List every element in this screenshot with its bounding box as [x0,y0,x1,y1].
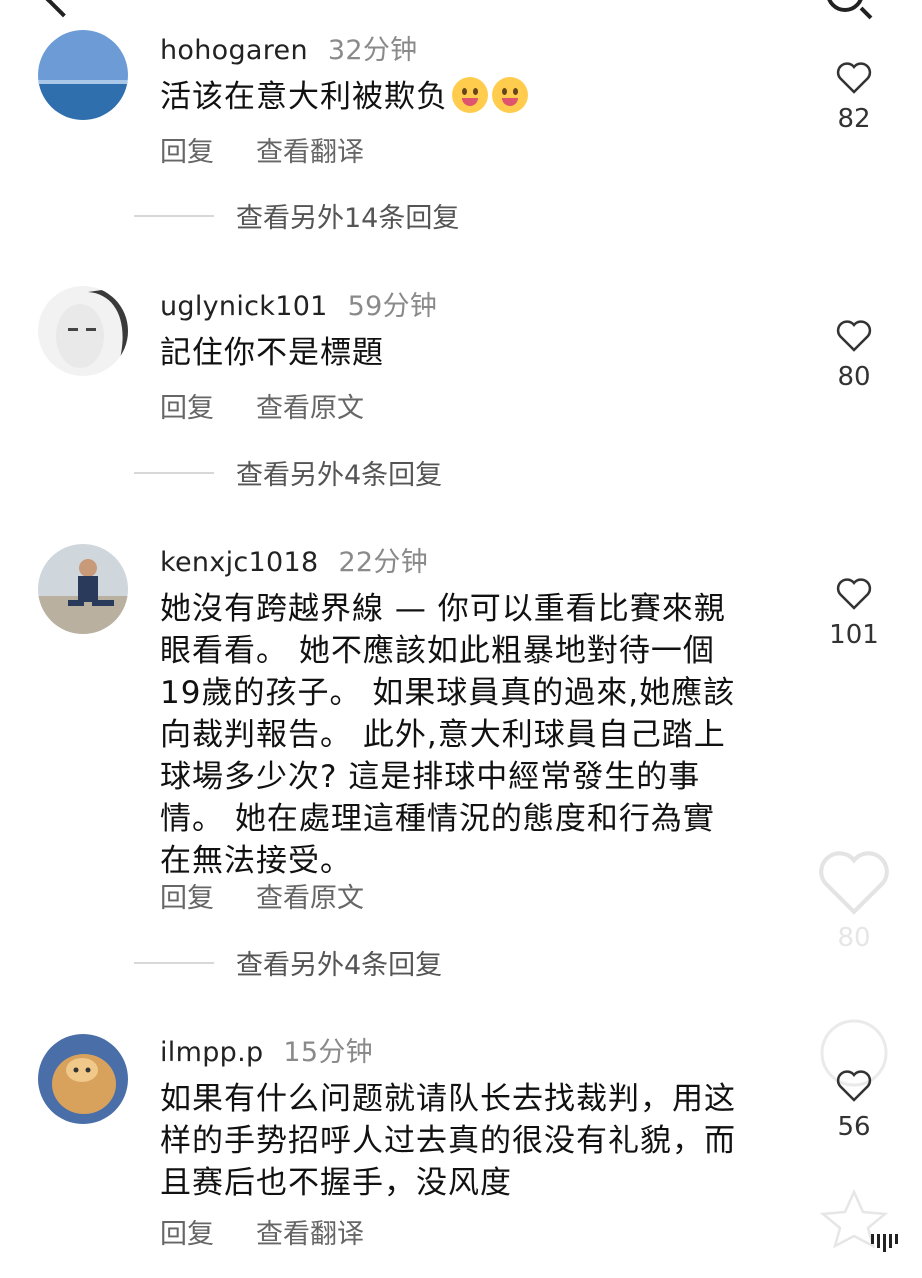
faded-like-count: 80 [837,923,871,953]
tongue-emoji-icon [492,77,528,113]
comment-line: 向裁判報告。 此外,意大利球員自己踏上 [160,717,726,753]
avatar-image [38,30,128,120]
reply-button[interactable]: 回复 [160,393,214,424]
username-text[interactable]: ilmpp.p [160,1037,263,1068]
comment-body: 活该在意大利被欺负 [160,79,448,115]
comment-line: 眼看看。 她不應該如此粗暴地對待一個 [160,633,715,669]
comment-username[interactable]: kenxjc1018 22分钟 [160,540,428,579]
view-more-replies[interactable]: 查看另外4条回复 [134,453,442,492]
comment-body: 記住你不是標題 [160,335,384,371]
comment-line: 样的手势招呼人过去真的很没有礼貌，而 [160,1123,736,1159]
like-button[interactable]: 82 [826,62,882,134]
view-more-replies[interactable]: 查看另外4条回复 [134,943,442,982]
username-text[interactable]: uglynick101 [160,291,328,322]
like-button[interactable]: 80 [826,320,882,392]
comment-text: 記住你不是標題 [160,332,800,374]
comment-line: 19歲的孩子。 如果球員真的過來,她應該 [160,675,736,711]
reply-button[interactable]: 回复 [160,883,214,914]
comment-text: 活该在意大利被欺负 [160,76,800,118]
heart-icon [836,62,872,94]
faded-like-overlay: 80 [812,850,896,953]
comment-time: 15分钟 [283,1037,373,1068]
like-count: 80 [837,362,871,392]
comment-text: 如果有什么问题就请队长去找裁判，用这 样的手势招呼人过去真的很没有礼貌，而 且赛… [160,1078,810,1204]
like-button[interactable]: 101 [826,578,882,650]
reply-button[interactable]: 回复 [160,137,214,168]
top-bar [0,0,922,22]
heart-icon [836,1070,872,1102]
avatar-image [38,1034,128,1124]
reply-button[interactable]: 回复 [160,1219,214,1250]
divider [134,471,214,474]
like-count: 56 [837,1112,871,1142]
comment-actions: 回复 查看原文 [160,876,406,915]
comment-username[interactable]: ilmpp.p 15分钟 [160,1030,373,1069]
more-replies-label[interactable]: 查看另外4条回复 [236,453,442,492]
bar [883,1234,886,1252]
tongue-emoji-icon [452,77,488,113]
more-replies-label[interactable]: 查看另外14条回复 [236,196,459,235]
like-button[interactable]: 56 [826,1070,882,1142]
avatar[interactable] [38,30,128,120]
comment-time: 22分钟 [338,547,428,578]
back-icon[interactable] [44,0,82,18]
bar [871,1234,874,1244]
like-count: 82 [837,104,871,134]
translate-button[interactable]: 查看翻译 [256,137,364,168]
comment-time: 32分钟 [327,35,418,66]
view-original-button[interactable]: 查看原文 [256,883,364,914]
avatar-image [38,544,128,634]
divider [134,214,214,217]
bar [889,1234,892,1248]
avatar-image [38,286,128,376]
username-text[interactable]: hohogaren [160,35,308,66]
comment-actions: 回复 查看翻译 [160,130,406,169]
comment-line: 情。 她在處理這種情況的態度和行為實 [160,801,715,837]
view-more-replies[interactable]: 查看另外14条回复 [134,196,459,235]
bar [877,1234,880,1248]
watermark-bars [778,1234,898,1252]
heart-icon [836,320,872,352]
comment-line: 球場多少次? 這是排球中經常發生的事 [160,759,701,795]
comment-username[interactable]: hohogaren 32分钟 [160,28,417,67]
comment-username[interactable]: uglynick101 59分钟 [160,284,437,323]
bar [895,1234,898,1244]
avatar[interactable] [38,1034,128,1124]
comment-line: 且赛后也不握手，没风度 [160,1165,512,1201]
comment-actions: 回复 查看原文 [160,386,406,425]
avatar[interactable] [38,544,128,634]
faded-heart-icon [819,851,889,915]
translate-button[interactable]: 查看翻译 [256,1219,364,1250]
more-replies-label[interactable]: 查看另外4条回复 [236,943,442,982]
comment-line: 她沒有跨越界線 — 你可以重看比賽來親 [160,591,726,627]
comment-actions: 回复 查看翻译 [160,1212,406,1251]
view-original-button[interactable]: 查看原文 [256,393,364,424]
like-count: 101 [829,620,879,650]
search-icon[interactable] [826,0,864,12]
avatar[interactable] [38,286,128,376]
comment-time: 59分钟 [347,291,438,322]
heart-icon [836,578,872,610]
comment-line: 如果有什么问题就请队长去找裁判，用这 [160,1081,736,1117]
comment-text: 她沒有跨越界線 — 你可以重看比賽來親 眼看看。 她不應該如此粗暴地對待一個 1… [160,588,810,882]
username-text[interactable]: kenxjc1018 [160,547,318,578]
divider [134,961,214,964]
